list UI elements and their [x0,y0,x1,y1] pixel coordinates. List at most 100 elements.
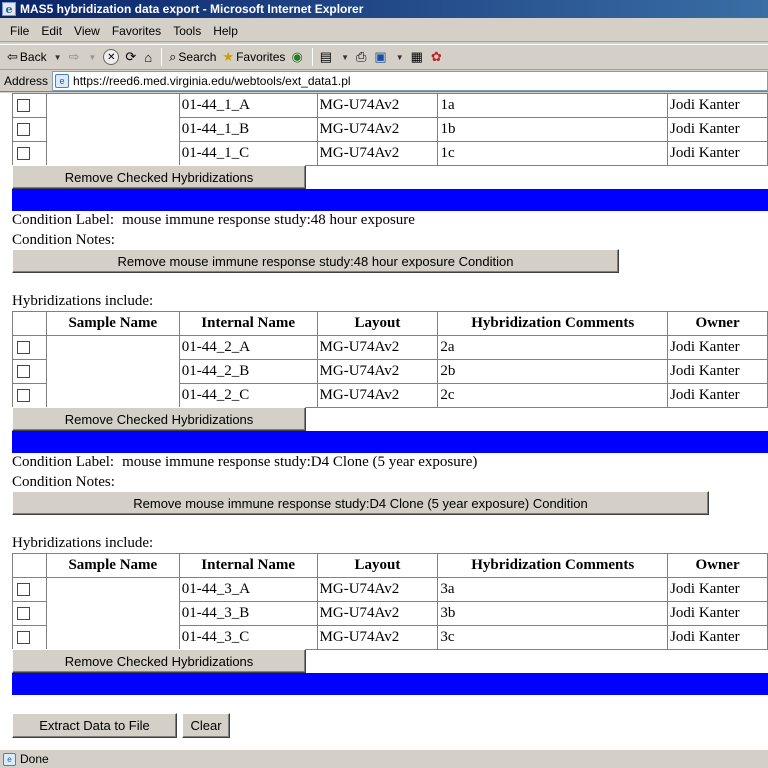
row-checkbox[interactable] [17,147,30,161]
back-arrow-icon: ⇦ [7,49,18,64]
back-dropdown-icon[interactable]: ▼ [54,53,62,62]
print-button[interactable]: ⎙ [353,46,371,68]
internal-name-cell: 01-44_1_A [178,93,318,118]
condition-label-value: mouse immune response study:48 hour expo… [122,212,415,228]
row-checkbox[interactable] [17,607,30,621]
menu-tools[interactable]: Tools [167,24,207,38]
row-checkbox[interactable] [17,389,30,403]
row-checkbox[interactable] [17,99,30,113]
menu-favorites[interactable]: Favorites [106,24,167,38]
history-button[interactable]: ▤ [317,46,337,68]
address-bar: Address e https://reed6.med.virginia.edu… [0,70,768,92]
row-checkbox[interactable] [17,123,30,137]
column-header-comments: Hybridization Comments [437,553,669,578]
row-checkbox[interactable] [17,631,30,645]
messenger-button[interactable]: ✿ [428,46,447,68]
hybridization-table-1: 01-44_1_A MG-U74Av2 1a Jodi Kanter 01-44… [12,93,768,166]
layout-cell: MG-U74Av2 [316,93,439,118]
row-checkbox-cell [12,93,47,118]
column-header-owner: Owner [667,553,768,578]
remove-condition-button-3[interactable]: Remove mouse immune response study:D4 Cl… [12,491,709,515]
layout-cell: MG-U74Av2 [316,383,439,408]
favorites-button[interactable]: ★ Favorites [219,46,288,68]
table-row: 01-44_1_A MG-U74Av2 1a Jodi Kanter [12,93,768,166]
forward-dropdown-icon[interactable]: ▼ [88,53,96,62]
row-checkbox-cell [12,577,47,602]
condition-label-value: mouse immune response study:D4 Clone (5 … [122,454,478,470]
search-icon: ⌕ [169,49,177,64]
condition-separator-bar [12,673,768,695]
messenger-icon: ✿ [430,49,442,64]
row-checkbox-cell [12,141,47,166]
menu-file[interactable]: File [4,24,35,38]
internal-name-cell: 01-44_3_B [178,601,318,626]
clear-button[interactable]: Clear [182,713,230,738]
condition-notes-caption: Condition Notes: [12,474,115,490]
back-button[interactable]: ⇦ Back [4,46,50,68]
table-header-row: Sample Name Internal Name Layout Hybridi… [12,311,768,336]
remove-checked-button-2[interactable]: Remove Checked Hybridizations [12,407,306,431]
owner-cell: Jodi Kanter [667,335,768,360]
history-icon: ▤ [319,49,333,64]
row-checkbox-cell [12,117,47,142]
toolbar-separator [161,48,163,66]
row-checkbox[interactable] [17,365,30,379]
menu-view[interactable]: View [68,24,106,38]
comment-cell: 2b [437,359,669,384]
favorites-label: Favorites [236,50,286,64]
comment-cell: 1a [437,93,669,118]
media-icon: ◉ [291,49,303,64]
hybridizations-include-caption: Hybridizations include: [12,293,154,309]
row-checkbox[interactable] [17,341,30,355]
internal-name-cell: 01-44_2_C [178,383,318,408]
condition-separator-bar [12,189,768,211]
layout-cell: MG-U74Av2 [316,335,439,360]
address-url: https://reed6.med.virginia.edu/webtools/… [73,73,351,88]
address-input[interactable]: e https://reed6.med.virginia.edu/webtool… [52,70,768,91]
forward-arrow-icon: ⇨ [68,49,80,64]
comment-cell: 2a [437,335,669,360]
edit-button[interactable]: ▣ [371,46,391,68]
page-icon: e [55,73,70,88]
column-header-internal-name: Internal Name [178,553,318,578]
table-row: 01-44_3_A MG-U74Av2 3a Jodi Kanter [12,577,768,650]
print-icon: ⎙ [356,49,367,64]
discuss-icon: ▦ [410,49,423,64]
condition-label-caption: Condition Label: [12,454,115,470]
remove-checked-button-3[interactable]: Remove Checked Hybridizations [12,649,306,673]
hybridization-table-3: Sample Name Internal Name Layout Hybridi… [12,553,768,650]
refresh-icon: ⟳ [125,49,137,64]
condition-separator-bar [12,431,768,453]
sample-name-cell [45,93,180,166]
table-row: 01-44_2_A MG-U74Av2 2a Jodi Kanter [12,335,768,408]
home-button[interactable]: ⌂ [141,46,157,68]
row-checkbox-cell [12,625,47,650]
column-header-sample-name: Sample Name [45,311,180,336]
discuss-button[interactable]: ▦ [408,46,428,68]
condition-label-line: Condition Label: mouse immune response st… [12,454,477,471]
row-checkbox-cell [12,601,47,626]
search-button[interactable]: ⌕ Search [166,46,219,68]
extract-data-button[interactable]: Extract Data to File [12,713,177,738]
column-header-layout: Layout [316,553,439,578]
menu-edit[interactable]: Edit [35,24,68,38]
remove-condition-button-2[interactable]: Remove mouse immune response study:48 ho… [12,249,619,273]
owner-cell: Jodi Kanter [667,359,768,384]
sample-name-cell [45,577,180,650]
forward-button[interactable]: ⇨ [66,46,85,68]
menu-bar: File Edit View Favorites Tools Help [0,20,768,42]
remove-checked-button-1[interactable]: Remove Checked Hybridizations [12,165,306,189]
history-dropdown-icon[interactable]: ▼ [341,53,349,62]
column-header-owner: Owner [667,311,768,336]
menu-help[interactable]: Help [207,24,244,38]
refresh-button[interactable]: ⟳ [122,46,141,68]
edit-dropdown-icon[interactable]: ▼ [396,53,404,62]
stop-button[interactable]: ✕ [100,46,122,68]
row-checkbox[interactable] [17,583,30,597]
media-button[interactable]: ◉ [288,46,307,68]
word-edit-icon: ▣ [374,49,387,64]
select-column-header [12,311,47,336]
comment-cell: 3c [437,625,669,650]
condition-label-caption: Condition Label: [12,212,115,228]
layout-cell: MG-U74Av2 [316,141,439,166]
